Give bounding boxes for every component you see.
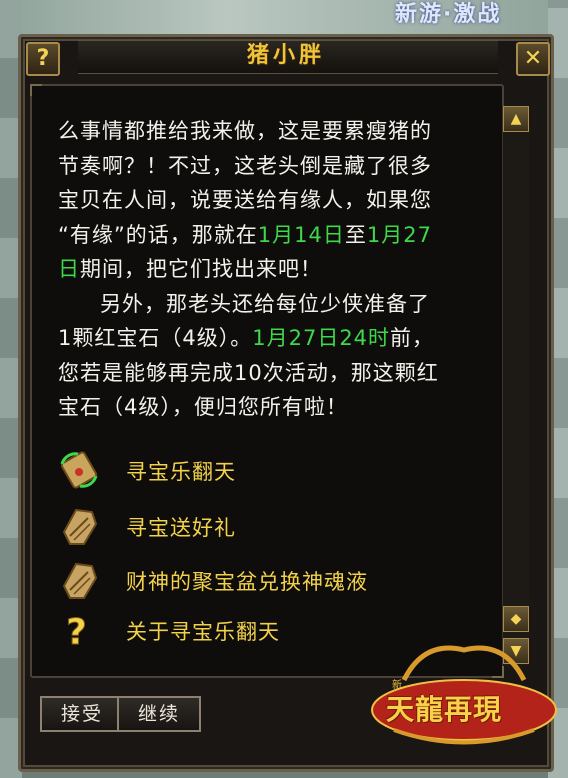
diamond-icon: ◆	[510, 611, 522, 627]
panel-corner-ornament	[30, 84, 42, 96]
dialogue-line: 日期间，把它们找出来吧！	[58, 252, 498, 287]
dialogue-line: 宝石（4级），便归您所有啦！	[58, 395, 348, 419]
game-logo: 新 天龍再現	[364, 630, 564, 760]
option-label[interactable]: 财神的聚宝盆兑换神魂液	[126, 566, 368, 596]
dialogue-scrollbar[interactable]: ▲ ◆ ▼	[502, 106, 529, 666]
option-label[interactable]: 寻宝乐翻天	[126, 456, 236, 486]
background-banner-text: 新游·激战	[395, 2, 502, 27]
option-label[interactable]: 关于寻宝乐翻天	[126, 616, 280, 646]
arrow-up-icon: ▲	[510, 111, 522, 127]
dialog-title-bar: 猪小胖 ? ✕	[18, 34, 554, 78]
continue-button[interactable]: 继续	[117, 696, 201, 732]
dialogue-panel: 么事情都推给我来做，这是要累瘦猪的 节奏啊？！不过，这老头倒是藏了很多 宝贝在人…	[30, 84, 504, 678]
close-icon: ✕	[523, 46, 543, 71]
question-icon: ?	[36, 46, 50, 71]
dialogue-text: “有缘”的话，那就在	[58, 222, 258, 247]
option-cornucopia-exchange[interactable]: 财神的聚宝盆兑换神魂液	[56, 560, 476, 600]
option-treasure-hunt-fun[interactable]: 寻宝乐翻天	[56, 450, 476, 490]
svg-text:?: ?	[66, 612, 87, 650]
dialogue-line: 您若是能够再完成10次活动，那这颗红	[58, 360, 439, 385]
dialogue-line: 么事情都推给我来做，这是要累瘦猪的	[58, 119, 432, 143]
dialogue-text: 1颗红宝石（4级）。	[58, 326, 253, 350]
dialogue-text: 至	[344, 222, 367, 247]
dialogue-text: 前，	[390, 326, 435, 350]
treasure-map-icon	[62, 562, 98, 599]
scroll-up-button[interactable]: ▲	[503, 106, 529, 132]
close-button[interactable]: ✕	[516, 42, 550, 76]
accept-button[interactable]: 接受	[40, 696, 124, 732]
dialogue-line: 节奏啊？！不过，这老头倒是藏了很多	[58, 153, 432, 178]
npc-dialogue-text: 么事情都推给我来做，这是要累瘦猪的 节奏啊？！不过，这老头倒是藏了很多 宝贝在人…	[58, 114, 498, 425]
help-button[interactable]: ?	[26, 42, 60, 76]
option-treasure-gift[interactable]: 寻宝送好礼	[56, 506, 476, 546]
treasure-map-icon	[62, 508, 98, 545]
dialogue-line: “有缘”的话，那就在1月14日至1月27	[58, 218, 498, 253]
option-label[interactable]: 寻宝送好礼	[126, 512, 236, 542]
logo-title: 天龍再現	[386, 693, 503, 726]
highlight-date: 1月14日	[257, 222, 345, 247]
highlight-deadline: 1月27日24时	[252, 326, 391, 350]
dialogue-line: 宝贝在人间，说要送给有缘人，如果您	[58, 188, 432, 212]
highlight-date: 1月27	[366, 222, 432, 247]
dialogue-text: 期间，把它们找出来吧！	[80, 257, 322, 281]
dialogue-line: 另外，那老头还给每位少侠准备了	[100, 291, 430, 316]
highlight-date: 日	[58, 257, 80, 281]
scroll-refresh-icon	[60, 451, 98, 489]
dialogue-line: 1颗红宝石（4级）。1月27日24时前，	[58, 321, 498, 356]
question-mark-icon: ?	[66, 612, 88, 651]
scroll-thumb[interactable]: ◆	[503, 606, 529, 632]
npc-name-title: 猪小胖	[246, 43, 325, 68]
